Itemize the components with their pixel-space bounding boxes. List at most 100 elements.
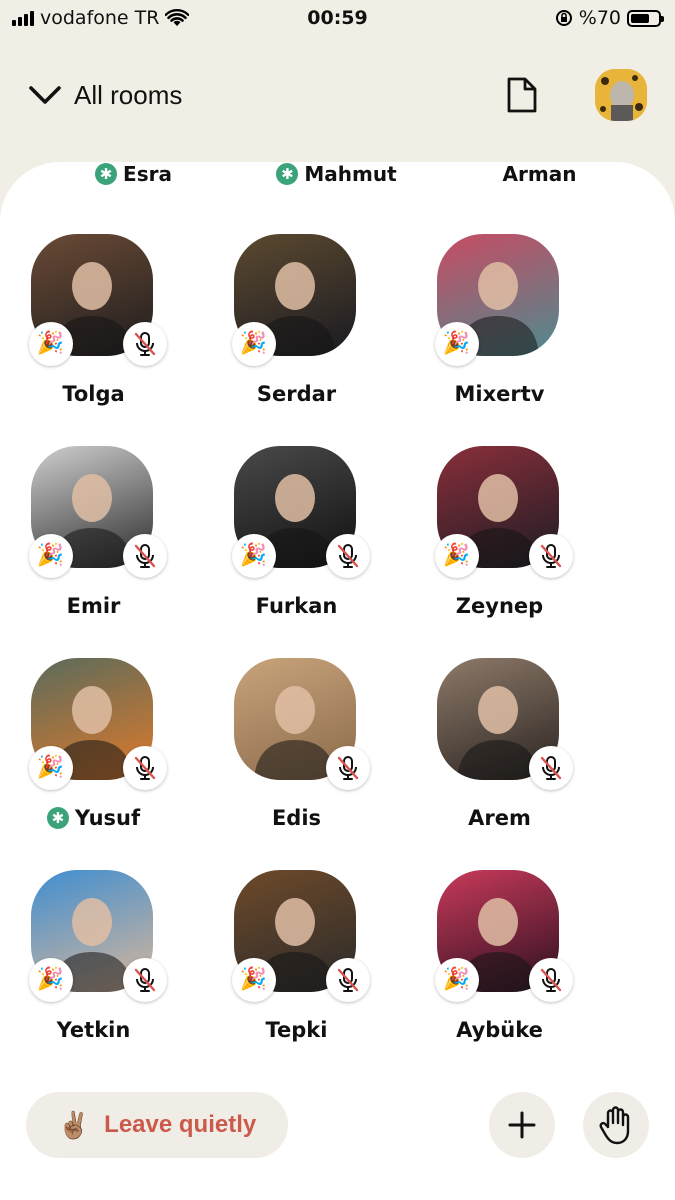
status-left: vodafone TR — [12, 7, 190, 29]
battery-fill — [631, 13, 650, 23]
add-button[interactable] — [489, 1092, 555, 1158]
avatar-wrapper: 🎉 — [28, 446, 167, 578]
speaker-name-text: Serdar — [256, 382, 337, 406]
moderator-icon: ✱ — [276, 163, 299, 185]
battery-icon — [627, 9, 664, 27]
status-bar: vodafone TR 00:59 %70 — [0, 0, 675, 36]
speaker-tile[interactable]: 🎉 Aybüke — [398, 870, 601, 1070]
party-popper-icon: 🎉 — [28, 746, 73, 790]
carrier-label: vodafone TR — [40, 7, 160, 29]
speaker-name: Tepki — [266, 1018, 328, 1042]
plus-icon — [508, 1111, 536, 1139]
speaker-name-text: Yusuf — [74, 806, 141, 830]
avatar-wrapper — [436, 658, 573, 790]
speaker-tile[interactable]: 🎉 ✱ Yusuf — [0, 658, 195, 858]
speaker-tile[interactable]: Edis — [195, 658, 398, 858]
speaker-tile[interactable]: 🎉 Furkan — [195, 446, 398, 646]
leave-quietly-button[interactable]: ✌🏽 Leave quietly — [26, 1092, 288, 1158]
speaker-name-text: Aybüke — [456, 1018, 543, 1042]
rooms-title: All rooms — [74, 79, 183, 110]
speaker-name-text: Furkan — [255, 594, 338, 618]
listener-name: ✱ Mahmut — [235, 162, 438, 186]
speaker-name-text: Arem — [468, 806, 531, 830]
muted-mic-icon — [528, 746, 573, 790]
speaker-name: Zeynep — [456, 594, 543, 618]
chevron-down-icon — [29, 86, 61, 104]
header-actions — [505, 69, 647, 121]
party-popper-icon: 🎉 — [28, 322, 73, 366]
party-popper-icon: 🎉 — [434, 534, 479, 578]
moderator-icon: ✱ — [95, 163, 118, 185]
avatar-wrapper: 🎉 — [231, 870, 370, 1002]
muted-mic-icon — [122, 746, 167, 790]
speaker-name: Tolga — [62, 382, 124, 406]
muted-mic-icon — [325, 746, 370, 790]
muted-mic-icon — [325, 534, 370, 578]
raise-hand-button[interactable] — [583, 1092, 649, 1158]
muted-mic-icon — [528, 958, 573, 1002]
speaker-name-text: Yetkin — [56, 1018, 131, 1042]
avatar-wrapper: 🎉 — [434, 234, 563, 366]
speaker-name: Aybüke — [456, 1018, 543, 1042]
speaker-name-text: Edis — [271, 806, 322, 830]
avatar-wrapper: 🎉 — [231, 234, 360, 366]
muted-mic-icon — [122, 322, 167, 366]
document-icon[interactable] — [505, 75, 539, 115]
party-popper-icon: 🎉 — [434, 322, 479, 366]
speaker-tile[interactable]: 🎉 Tolga — [0, 234, 195, 434]
speaker-tile[interactable]: 🎉 Zeynep — [398, 446, 601, 646]
avatar-wrapper: 🎉 — [28, 870, 167, 1002]
speaker-name: Edis — [272, 806, 321, 830]
peace-hand-icon: ✌🏽 — [57, 1109, 91, 1140]
muted-mic-icon — [122, 534, 167, 578]
speaker-name-text: Tepki — [265, 1018, 328, 1042]
speaker-name: Serdar — [257, 382, 336, 406]
muted-mic-icon — [325, 958, 370, 1002]
top-names-row: ✱ Esra ✱ Mahmut Arman — [0, 162, 675, 186]
avatar-wrapper: 🎉 — [28, 234, 167, 366]
speaker-name: Yetkin — [57, 1018, 131, 1042]
speaker-tile[interactable]: 🎉 Emir — [0, 446, 195, 646]
muted-mic-icon — [122, 958, 167, 1002]
leave-label: Leave quietly — [104, 1111, 257, 1138]
speaker-tile[interactable]: 🎉 Yetkin — [0, 870, 195, 1070]
speaker-name-text: Emir — [66, 594, 121, 618]
wifi-icon — [165, 9, 190, 26]
room-panel: ✱ Esra ✱ Mahmut Arman 🎉 Tolga 🎉 Serdar 🎉 Mixe… — [0, 162, 675, 1200]
signal-icon — [12, 10, 34, 26]
speaker-tile[interactable]: 🎉 Serdar — [195, 234, 398, 434]
speaker-name: Arem — [468, 806, 531, 830]
party-popper-icon: 🎉 — [231, 322, 276, 366]
party-popper-icon: 🎉 — [231, 534, 276, 578]
avatar-wrapper — [233, 658, 370, 790]
avatar-wrapper: 🎉 — [28, 658, 167, 790]
speaker-name: Furkan — [256, 594, 338, 618]
raise-hand-icon — [599, 1106, 630, 1145]
speaker-name-text: Tolga — [62, 382, 125, 406]
profile-avatar[interactable] — [595, 69, 647, 121]
avatar-wrapper: 🎉 — [231, 446, 370, 578]
speaker-tile[interactable]: 🎉 Tepki — [195, 870, 398, 1070]
party-popper-icon: 🎉 — [231, 958, 276, 1002]
moderator-icon: ✱ — [46, 807, 69, 829]
listener-name: Arman — [502, 162, 577, 186]
avatar-wrapper: 🎉 — [434, 446, 573, 578]
profile-photo — [595, 69, 647, 121]
party-popper-icon: 🎉 — [28, 534, 73, 578]
muted-mic-icon — [528, 534, 573, 578]
speaker-name: Mixertv — [455, 382, 545, 406]
header: All rooms — [0, 60, 675, 130]
speaker-tile[interactable]: 🎉 Mixertv — [398, 234, 601, 434]
party-popper-icon: 🎉 — [434, 958, 479, 1002]
all-rooms-button[interactable]: All rooms — [28, 80, 182, 111]
speaker-tile[interactable]: Arem — [398, 658, 601, 858]
party-popper-icon: 🎉 — [28, 958, 73, 1002]
speaker-name: Emir — [67, 594, 121, 618]
speaker-name-text: Mixertv — [454, 382, 545, 406]
speaker-name-text: Zeynep — [455, 594, 544, 618]
status-right: %70 — [555, 7, 664, 29]
orientation-lock-icon — [555, 10, 572, 26]
speaker-name: ✱ Yusuf — [46, 806, 141, 830]
avatar-wrapper: 🎉 — [434, 870, 573, 1002]
listener-name: ✱ Esra — [32, 162, 235, 186]
